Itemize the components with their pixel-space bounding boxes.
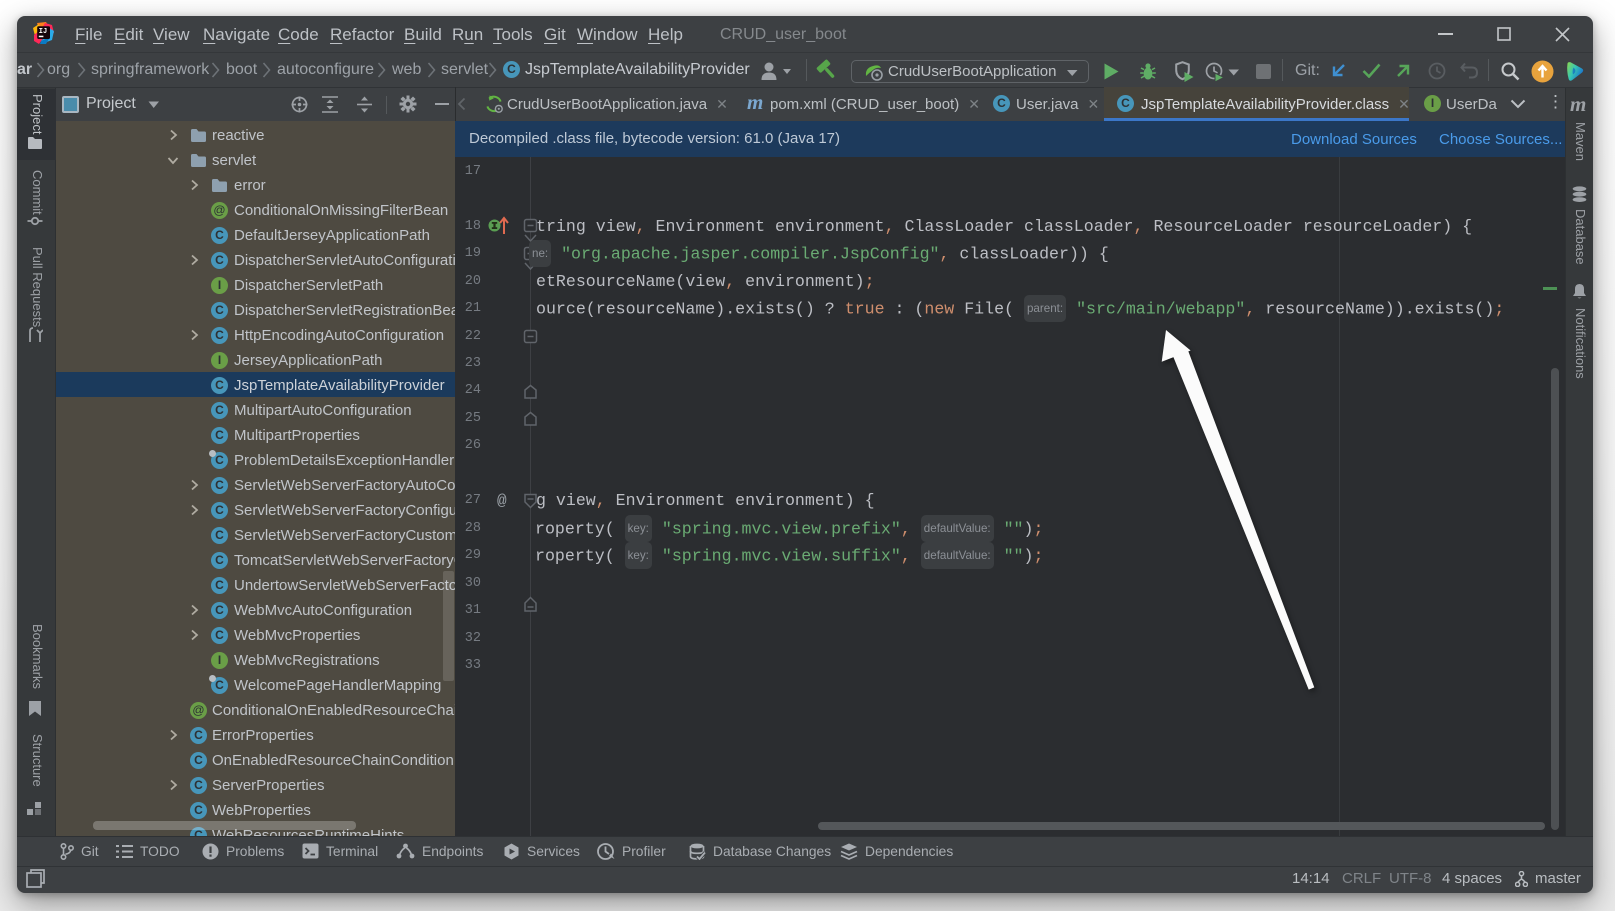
svg-text:IJ: IJ xyxy=(39,28,47,36)
